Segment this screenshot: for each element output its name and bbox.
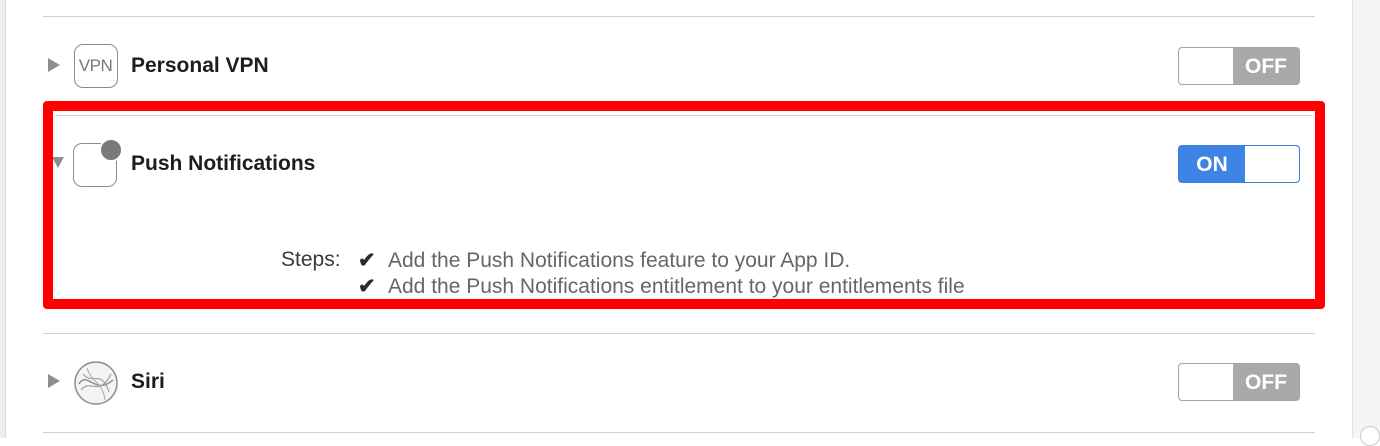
vpn-icon: VPN (74, 44, 118, 88)
capability-title: Siri (131, 370, 165, 393)
capability-title: Personal VPN (131, 54, 269, 77)
toggle-knob (1179, 48, 1233, 84)
toggle-label: OFF (1245, 55, 1287, 78)
toggle-label: OFF (1245, 371, 1287, 394)
vpn-icon-text: VPN (78, 56, 113, 75)
right-scroll-gutter[interactable] (1352, 0, 1380, 438)
red-highlight-annotation (43, 101, 1325, 309)
divider (43, 333, 1315, 334)
personal-vpn-toggle[interactable]: OFF (1178, 47, 1300, 85)
toggle-knob (1179, 364, 1233, 400)
divider (43, 16, 1315, 17)
disclosure-triangle-icon[interactable] (48, 374, 60, 388)
disclosure-triangle-icon[interactable] (48, 58, 60, 72)
siri-toggle[interactable]: OFF (1178, 363, 1300, 401)
left-window-edge (0, 0, 6, 438)
scroll-knob[interactable] (1360, 426, 1380, 446)
divider (43, 432, 1315, 433)
siri-icon (74, 361, 118, 405)
